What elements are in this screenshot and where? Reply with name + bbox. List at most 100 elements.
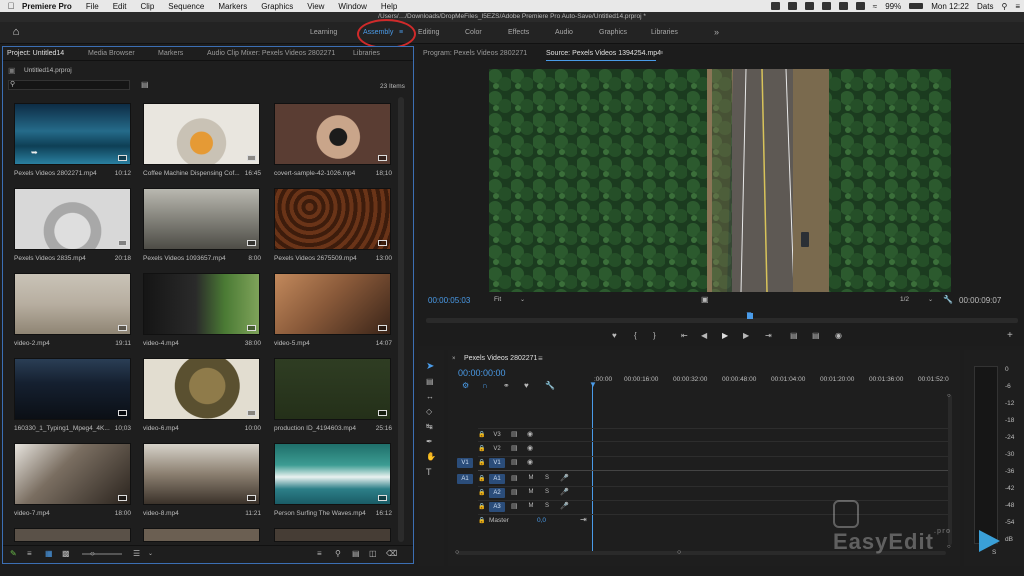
timeline-timecode[interactable]: 00:00:00:00 <box>458 368 506 378</box>
mark-out-icon[interactable]: } <box>653 332 656 340</box>
add-marker-icon[interactable]: ♥ <box>524 382 529 390</box>
sync-lock-icon[interactable]: ▤ <box>511 431 518 439</box>
mute-button[interactable]: M <box>527 475 535 481</box>
zoom-handle-right[interactable]: ○ <box>677 549 681 557</box>
clip-thumbnail[interactable] <box>143 358 260 420</box>
clip-thumbnail[interactable] <box>14 528 131 542</box>
time-ruler[interactable]: :00:00 00:00:16:00 00:00:32:00 00:00:48:… <box>592 375 949 385</box>
find-icon[interactable]: ⚲ <box>335 550 341 558</box>
overwrite-icon[interactable]: ▤ <box>812 332 820 340</box>
step-forward-icon[interactable]: ▶ <box>743 332 749 340</box>
track-label-a3[interactable]: A3 <box>489 502 505 512</box>
insert-marker-icon[interactable]: ▣ <box>701 296 709 304</box>
tab-source-monitor[interactable]: Source: Pexels Videos 1394254.mp4 <box>546 50 661 57</box>
tab-project[interactable]: Project: Untitled14 <box>7 50 64 57</box>
freeform-view-icon[interactable]: ▩ <box>62 550 70 558</box>
tab-sequence[interactable]: Pexels Videos 2802271 <box>464 355 537 362</box>
clip-thumbnail[interactable] <box>274 188 391 250</box>
pencil-icon[interactable]: ✎ <box>10 550 17 558</box>
clip-thumbnail[interactable] <box>274 103 391 165</box>
eye-icon[interactable]: ◉ <box>527 445 533 453</box>
clip-thumbnail[interactable] <box>14 188 131 250</box>
source-scrub-bar[interactable] <box>426 318 1018 323</box>
search-icon[interactable]: ⚲ <box>1001 2 1007 11</box>
tab-libraries[interactable]: Libraries <box>353 50 380 57</box>
clip-thumbnail[interactable] <box>143 273 260 335</box>
lock-icon[interactable]: 🔒 <box>478 445 485 453</box>
tab-program-monitor[interactable]: Program: Pexels Videos 2802271 <box>423 50 527 57</box>
menu-graphics[interactable]: Graphics <box>261 2 293 11</box>
go-to-end-icon[interactable]: ⇥ <box>580 516 587 524</box>
workspace-audio[interactable]: Audio <box>555 29 573 36</box>
monitor-menu-icon[interactable]: ≡ <box>659 50 663 57</box>
username[interactable]: Dats <box>977 2 993 11</box>
home-icon[interactable]: ⌂ <box>10 27 22 38</box>
ripple-edit-tool-icon[interactable]: ↔ <box>426 393 434 401</box>
trash-icon[interactable]: ⌫ <box>386 550 397 558</box>
workspace-graphics[interactable]: Graphics <box>599 29 627 36</box>
clip-thumbnail[interactable] <box>274 358 391 420</box>
source-patch-a1[interactable]: A1 <box>457 474 473 484</box>
clip-thumbnail[interactable] <box>143 443 260 505</box>
clip-thumbnail[interactable] <box>274 528 391 542</box>
automate-to-sequence-icon[interactable]: ≡ <box>317 550 322 558</box>
track-select-tool-icon[interactable]: ▤ <box>426 378 434 386</box>
menu-sequence[interactable]: Sequence <box>168 2 204 11</box>
play-icon[interactable]: ▶ <box>722 332 728 340</box>
new-bin-icon[interactable]: ▤ <box>141 81 149 89</box>
status-app-icon[interactable] <box>855 2 865 10</box>
solo-button[interactable]: S <box>543 503 551 509</box>
menu-app-name[interactable]: Premiere Pro <box>22 2 72 11</box>
eye-icon[interactable]: ◉ <box>527 459 533 467</box>
tab-media-browser[interactable]: Media Browser <box>88 50 135 57</box>
insert-icon[interactable]: ▤ <box>790 332 798 340</box>
source-timecode-current[interactable]: 00:00:05:03 <box>428 296 470 305</box>
microphone-icon[interactable]: 🎤 <box>560 475 569 483</box>
menu-clip[interactable]: Clip <box>141 2 155 11</box>
clip-thumbnail[interactable] <box>14 358 131 420</box>
snap-icon[interactable]: ∩ <box>482 382 488 390</box>
chevron-down-icon[interactable]: ⌄ <box>520 296 525 304</box>
lock-icon[interactable]: 🔒 <box>478 489 485 497</box>
clip-thumbnail[interactable] <box>14 273 131 335</box>
tab-markers[interactable]: Markers <box>158 50 183 57</box>
master-volume[interactable]: 0,0 <box>537 517 546 524</box>
pen-tool-icon[interactable]: ✒ <box>426 438 433 446</box>
workspace-effects[interactable]: Effects <box>508 29 529 36</box>
zoom-slider[interactable] <box>82 553 122 555</box>
zoom-handle-left[interactable]: ○ <box>455 549 459 557</box>
clock[interactable]: Mon 12:22 <box>931 2 969 11</box>
new-item-icon[interactable]: ◫ <box>369 550 377 558</box>
project-search-input[interactable] <box>8 80 130 90</box>
menu-list-icon[interactable]: ≡ <box>1015 2 1020 11</box>
resolution-dropdown[interactable]: 1/2 <box>900 296 909 303</box>
lock-icon[interactable]: 🔒 <box>478 431 485 439</box>
sync-lock-icon[interactable]: ▤ <box>511 445 518 453</box>
hand-tool-icon[interactable]: ✋ <box>426 453 436 461</box>
source-patch-v1[interactable]: V1 <box>457 458 473 468</box>
go-to-in-icon[interactable]: ⇤ <box>681 332 688 340</box>
status-app-icon[interactable] <box>787 2 797 10</box>
track-label-a2[interactable]: A2 <box>489 488 505 498</box>
lock-icon[interactable]: 🔒 <box>478 517 485 525</box>
lock-icon[interactable]: 🔒 <box>478 503 485 511</box>
chevron-down-icon[interactable]: ⌄ <box>148 550 153 558</box>
status-app-icon[interactable] <box>838 2 848 10</box>
menu-file[interactable]: File <box>86 2 99 11</box>
mark-in-icon[interactable]: { <box>634 332 637 340</box>
new-bin-icon[interactable]: ▤ <box>352 550 360 558</box>
export-frame-icon[interactable]: ◉ <box>835 332 842 340</box>
sequence-menu-icon[interactable]: ≡ <box>538 355 543 363</box>
track-label-v2[interactable]: V2 <box>489 444 505 454</box>
apple-icon[interactable]:  <box>0 1 22 11</box>
lock-icon[interactable]: 🔒 <box>478 459 485 467</box>
status-app-icon[interactable] <box>770 2 780 10</box>
clip-thumbnail[interactable] <box>143 103 260 165</box>
lock-icon[interactable]: 🔒 <box>478 475 485 483</box>
track-label-v3[interactable]: V3 <box>489 430 505 440</box>
clip-thumbnail[interactable] <box>143 188 260 250</box>
scroll-handle[interactable]: ○ <box>947 392 951 400</box>
workspace-more[interactable]: » <box>714 27 719 37</box>
solo-button[interactable]: S <box>543 475 551 481</box>
razor-tool-icon[interactable]: ◇ <box>426 408 432 416</box>
